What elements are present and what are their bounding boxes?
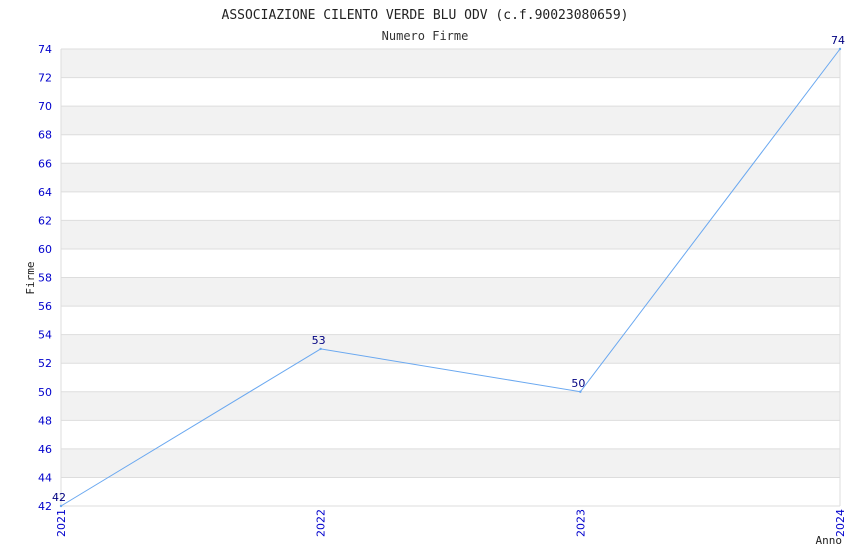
grid-band [61,163,840,192]
data-point [838,47,842,51]
y-tick-label: 62 [38,214,52,227]
grid-band [61,134,840,164]
y-tick-label: 46 [38,443,52,456]
x-tick-label: 2021 [55,509,68,537]
grid-band [61,277,840,307]
grid-band [61,77,840,107]
grid-band [61,49,840,78]
grid-band [61,248,840,278]
data-label: 53 [312,334,326,347]
y-tick-label: 56 [38,300,52,313]
x-tick-label: 2023 [574,509,587,537]
y-tick-label: 50 [38,386,52,399]
chart-title: ASSOCIAZIONE CILENTO VERDE BLU ODV (c.f.… [222,8,629,23]
y-tick-label: 52 [38,357,52,370]
data-label: 50 [571,377,585,390]
y-tick-label: 48 [38,414,52,427]
grid-band [61,448,840,478]
data-label: 74 [831,34,845,47]
y-tick-label: 58 [38,272,52,285]
grid-band [61,391,840,421]
chart-subtitle: Numero Firme [382,29,469,43]
y-tick-label: 72 [38,72,52,85]
x-tick-label: 2022 [315,509,328,537]
grid-band [61,477,840,506]
grid-band [61,334,840,364]
x-tick-labels: 2021 2022 2023 2024 [55,509,847,537]
y-tick-label: 44 [38,471,52,484]
grid-band [61,191,840,221]
grid-band [61,106,840,135]
y-tick-label: 68 [38,129,52,142]
x-axis-label: Anno [816,534,843,547]
grid-band [61,306,840,335]
y-axis-label: Firme [24,261,37,294]
y-tick-label: 64 [38,186,52,199]
grid-band [61,363,840,392]
y-tick-label: 42 [38,500,52,513]
y-tick-label: 54 [38,329,52,342]
data-point [59,504,63,508]
data-point [579,390,582,393]
y-tick-label: 70 [38,100,52,113]
y-tick-label: 66 [38,157,52,170]
grid-band [61,420,840,449]
x-tick-label: 2024 [834,509,847,537]
data-label: 42 [52,491,66,504]
grid-band [61,220,840,249]
line-chart: 4244464850525456586062646668707274 2021 2… [24,8,847,547]
y-tick-label: 60 [38,243,52,256]
y-tick-label: 74 [38,43,52,56]
data-point [319,347,322,351]
y-tick-labels: 42 44 46 48 50 52 54 56 58 60 62 64 66 68 70 72 74 [38,43,52,513]
